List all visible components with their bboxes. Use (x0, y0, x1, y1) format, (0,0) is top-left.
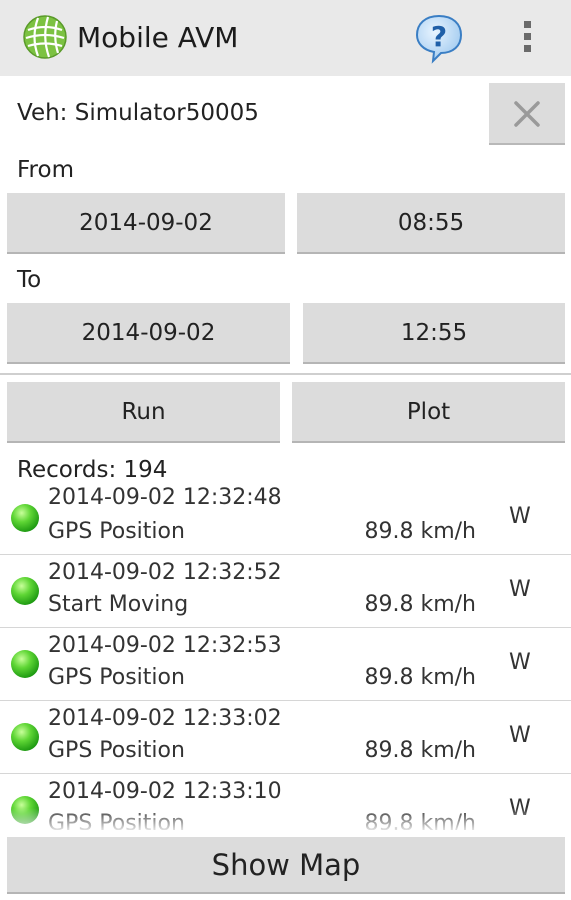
list-item[interactable]: 2014-09-02 12:33:02 GPS Position 89.8 km… (0, 701, 571, 774)
records-list[interactable]: 2014-09-02 12:32:48 GPS Position 89.8 km… (0, 482, 571, 830)
status-dot-icon (11, 723, 39, 751)
overflow-menu-icon[interactable] (517, 21, 537, 55)
record-speed: 89.8 km/h (364, 592, 476, 617)
to-label: To (17, 267, 42, 293)
divider (0, 373, 571, 375)
globe-icon (23, 15, 67, 59)
list-item[interactable]: 2014-09-02 12:32:48 GPS Position 89.8 km… (0, 482, 571, 555)
record-event: GPS Position (48, 519, 185, 544)
record-speed: 89.8 km/h (364, 665, 476, 690)
list-item[interactable]: 2014-09-02 12:33:10 GPS Position 89.8 km… (0, 774, 571, 830)
status-dot-icon (11, 796, 39, 824)
record-speed: 89.8 km/h (364, 738, 476, 763)
record-direction: W (509, 577, 531, 602)
status-dot-icon (11, 577, 39, 605)
record-direction: W (509, 796, 531, 821)
record-time: 2014-09-02 12:32:53 (48, 633, 282, 658)
record-direction: W (509, 504, 531, 529)
record-direction: W (509, 650, 531, 675)
list-item[interactable]: 2014-09-02 12:32:52 Start Moving 89.8 km… (0, 555, 571, 628)
status-dot-icon (11, 650, 39, 678)
vehicle-label: Veh: Simulator50005 (17, 100, 259, 126)
record-event: GPS Position (48, 665, 185, 690)
from-date-button[interactable]: 2014-09-02 (7, 193, 285, 254)
action-bar: Mobile AVM ? (0, 0, 571, 76)
show-map-button[interactable]: Show Map (7, 837, 565, 894)
record-time: 2014-09-02 12:32:48 (48, 485, 282, 510)
record-speed: 89.8 km/h (364, 811, 476, 830)
record-event: Start Moving (48, 592, 189, 617)
help-bubble-icon[interactable]: ? (413, 12, 465, 64)
status-dot-icon (11, 504, 39, 532)
record-time: 2014-09-02 12:33:10 (48, 779, 282, 804)
svg-text:?: ? (431, 20, 447, 53)
record-direction: W (509, 723, 531, 748)
record-time: 2014-09-02 12:33:02 (48, 706, 282, 731)
record-time: 2014-09-02 12:32:52 (48, 560, 282, 585)
plot-button[interactable]: Plot (292, 382, 565, 443)
run-button[interactable]: Run (7, 382, 280, 443)
app-title: Mobile AVM (77, 21, 239, 54)
record-event: GPS Position (48, 811, 185, 830)
list-item[interactable]: 2014-09-02 12:32:53 GPS Position 89.8 km… (0, 628, 571, 701)
to-time-button[interactable]: 12:55 (303, 303, 565, 364)
clear-vehicle-button[interactable] (489, 83, 565, 145)
from-time-button[interactable]: 08:55 (297, 193, 565, 254)
records-count: Records: 194 (17, 457, 168, 483)
from-label: From (17, 157, 74, 183)
record-speed: 89.8 km/h (364, 519, 476, 544)
close-icon (514, 101, 540, 127)
record-event: GPS Position (48, 738, 185, 763)
to-date-button[interactable]: 2014-09-02 (7, 303, 290, 364)
